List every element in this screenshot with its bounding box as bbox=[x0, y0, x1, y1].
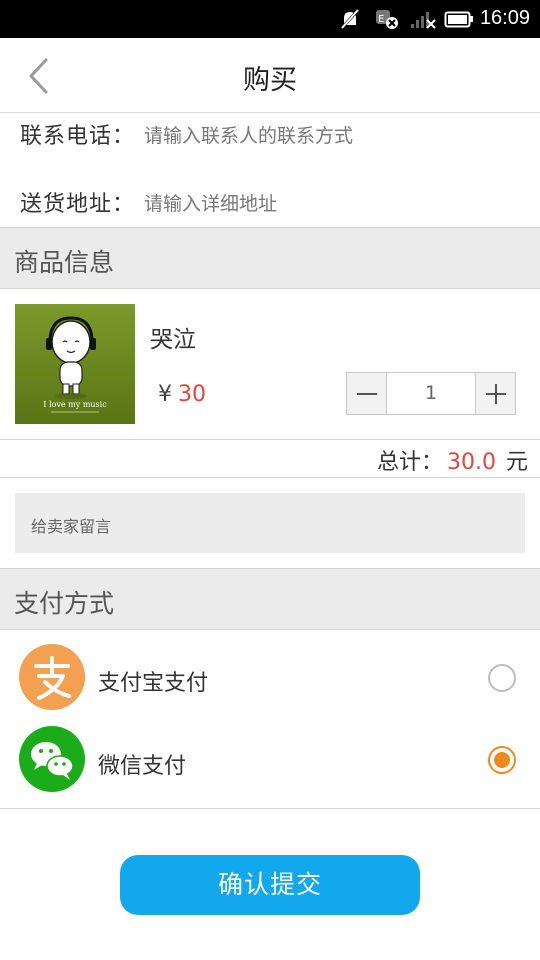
alipay-icon bbox=[19, 644, 85, 710]
price-value: 30 bbox=[178, 382, 206, 407]
order-total: 总计： 30.0 元 bbox=[377, 444, 528, 476]
quantity-stepper: 1 bbox=[346, 372, 516, 415]
payment-option-wechat[interactable]: 微信支付 bbox=[0, 720, 540, 800]
app-header: 购买 bbox=[0, 38, 540, 113]
svg-text:E: E bbox=[378, 14, 384, 25]
wechat-icon bbox=[19, 726, 85, 792]
notification-muted-icon bbox=[339, 8, 361, 30]
decrease-button[interactable] bbox=[347, 373, 387, 414]
goods-section-title: 商品信息 bbox=[14, 248, 115, 277]
data-disabled-icon: E bbox=[376, 10, 398, 29]
divider bbox=[0, 439, 540, 440]
payment-section-header: 支付方式 bbox=[0, 568, 540, 630]
product-image-caption: I love my music bbox=[43, 400, 107, 409]
currency-symbol: ¥ bbox=[158, 382, 172, 407]
submit-button[interactable]: 确认提交 bbox=[120, 855, 420, 915]
phone-label: 联系电话： bbox=[20, 124, 136, 149]
plus-icon bbox=[486, 384, 506, 404]
alipay-label: 支付宝支付 bbox=[98, 671, 209, 696]
status-bar: E 16:09 bbox=[0, 0, 540, 38]
battery-icon bbox=[444, 11, 473, 28]
signal-icon bbox=[411, 12, 436, 29]
address-label: 送货地址： bbox=[20, 192, 136, 217]
total-value: 30.0 bbox=[447, 450, 496, 475]
phone-input[interactable]: 请输入联系人的联系方式 bbox=[144, 121, 353, 148]
divider bbox=[0, 808, 540, 809]
increase-button[interactable] bbox=[475, 373, 515, 414]
total-label: 总计： bbox=[376, 450, 443, 475]
payment-section-title: 支付方式 bbox=[14, 589, 115, 618]
goods-section-header: 商品信息 bbox=[0, 227, 540, 289]
payment-option-alipay[interactable]: 支付宝支付 bbox=[0, 638, 540, 718]
wechat-label: 微信支付 bbox=[98, 754, 187, 779]
product-price: ¥30 bbox=[158, 382, 206, 407]
status-time: 16:09 bbox=[479, 7, 530, 29]
divider bbox=[0, 477, 540, 478]
page-title: 购买 bbox=[243, 65, 297, 96]
seller-message-placeholder: 给卖家留言 bbox=[31, 517, 112, 536]
product-name: 哭泣 bbox=[150, 327, 196, 353]
address-input[interactable]: 请输入详细地址 bbox=[144, 189, 277, 216]
quantity-value[interactable]: 1 bbox=[387, 382, 475, 404]
seller-message-input[interactable]: 给卖家留言 bbox=[15, 493, 525, 553]
minus-icon bbox=[357, 393, 377, 395]
product-image: I love my music bbox=[15, 304, 135, 424]
wechat-radio[interactable] bbox=[488, 746, 516, 774]
alipay-radio[interactable] bbox=[488, 664, 516, 692]
total-unit: 元 bbox=[505, 450, 528, 475]
